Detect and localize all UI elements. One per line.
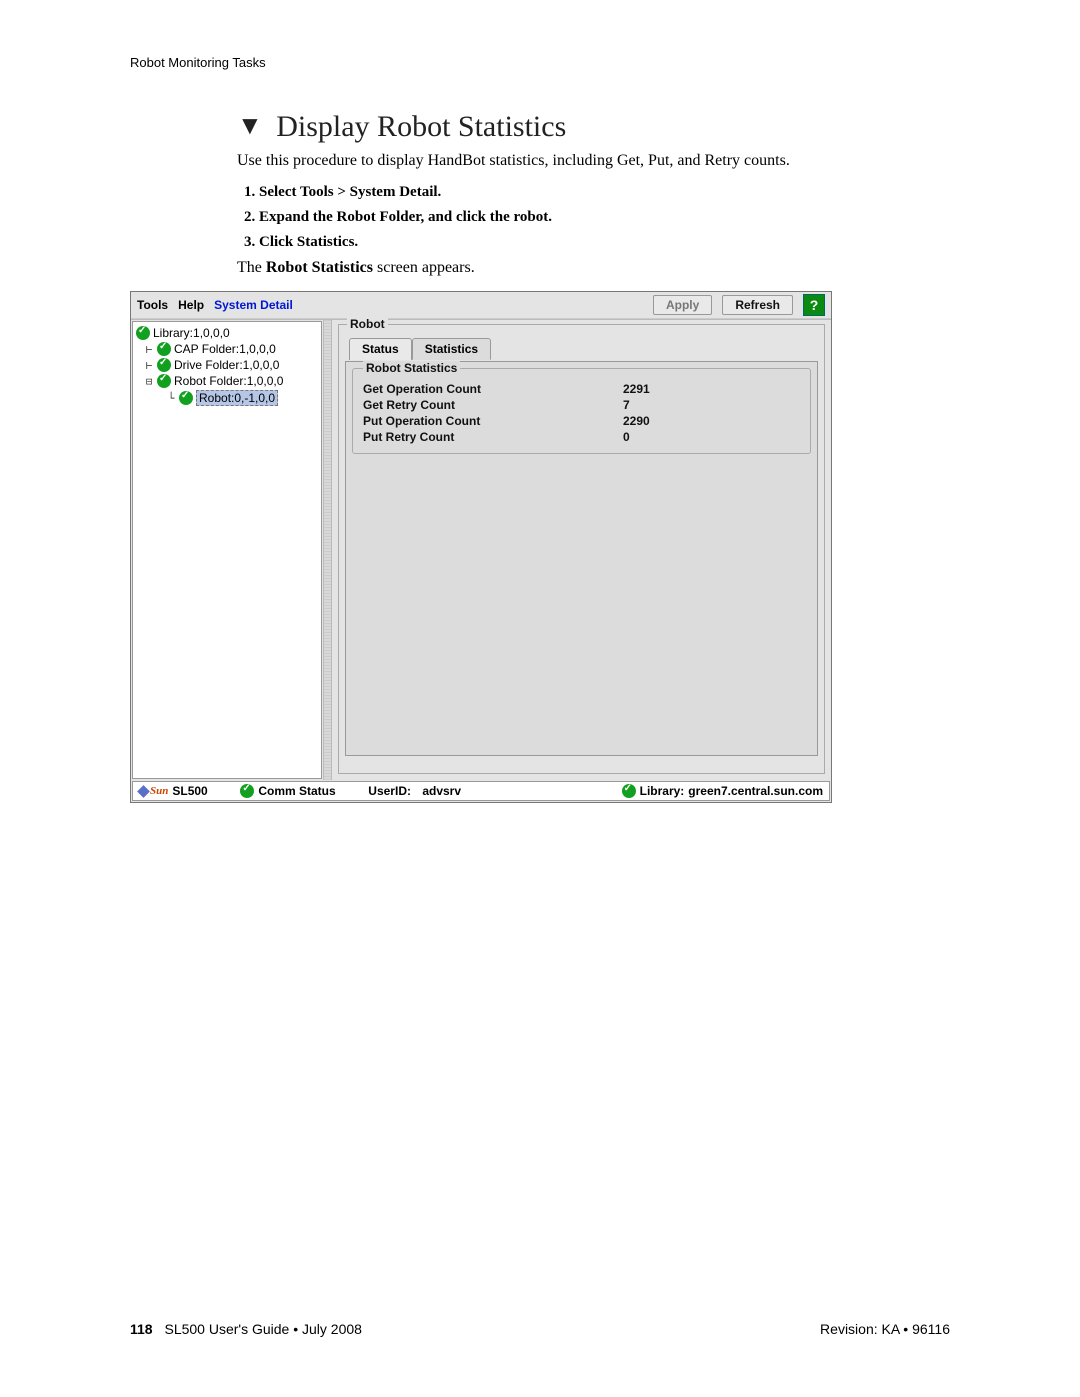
doc-title: SL500 User's Guide • July 2008 bbox=[164, 1321, 361, 1337]
app-window: Tools Help System Detail Apply Refresh ?… bbox=[130, 291, 832, 803]
tree-robot-node[interactable]: └ Robot:0,-1,0,0 bbox=[136, 389, 318, 407]
expand-icon[interactable]: ⊢ bbox=[144, 359, 154, 372]
sun-logo-icon: Sun bbox=[139, 785, 168, 797]
caret-down-icon: ▼ bbox=[237, 111, 263, 141]
fieldset-legend: Robot bbox=[347, 317, 388, 331]
tree-library[interactable]: Library:1,0,0,0 bbox=[136, 325, 318, 341]
tree-selected-label: Robot:0,-1,0,0 bbox=[196, 390, 278, 406]
help-icon[interactable]: ? bbox=[803, 294, 825, 316]
steps-list: Select Tools > System Detail. Expand the… bbox=[237, 184, 950, 251]
stat-row: Get Operation Count 2291 bbox=[363, 381, 800, 397]
section-title-text: Display Robot Statistics bbox=[276, 110, 566, 143]
tab-statistics[interactable]: Statistics bbox=[412, 338, 491, 360]
section-title: ▼ Display Robot Statistics bbox=[237, 110, 950, 144]
step-3: Click Statistics. bbox=[259, 234, 950, 251]
step-1: Select Tools > System Detail. bbox=[259, 184, 950, 201]
apply-button[interactable]: Apply bbox=[653, 295, 712, 315]
stat-row: Put Operation Count 2290 bbox=[363, 413, 800, 429]
stats-group-title: Robot Statistics bbox=[363, 361, 460, 375]
step-2: Expand the Robot Folder, and click the r… bbox=[259, 209, 950, 226]
revision-info: Revision: KA • 96116 bbox=[820, 1321, 950, 1337]
stat-row: Get Retry Count 7 bbox=[363, 397, 800, 413]
check-icon bbox=[136, 326, 150, 340]
statusbar: Sun SL500 Comm Status UserID: advsrv Lib… bbox=[132, 781, 830, 801]
leaf-icon: └ bbox=[166, 392, 176, 405]
status-comm: Comm Status bbox=[258, 784, 335, 798]
status-product: Sun SL500 bbox=[139, 784, 208, 798]
tree-drive-folder[interactable]: ⊢ Drive Folder:1,0,0,0 bbox=[136, 357, 318, 373]
status-library: Library:green7.central.sun.com bbox=[622, 784, 823, 798]
menu-tools[interactable]: Tools bbox=[137, 298, 168, 312]
menubar: Tools Help System Detail Apply Refresh ? bbox=[131, 292, 831, 319]
tab-bar: Status Statistics bbox=[349, 337, 818, 359]
stat-row: Put Retry Count 0 bbox=[363, 429, 800, 445]
refresh-button[interactable]: Refresh bbox=[722, 295, 793, 315]
tree-cap-folder[interactable]: ⊢ CAP Folder:1,0,0,0 bbox=[136, 341, 318, 357]
page-number: 118 bbox=[130, 1321, 153, 1337]
check-icon bbox=[157, 374, 171, 388]
check-icon bbox=[240, 784, 254, 798]
menu-help[interactable]: Help bbox=[178, 298, 204, 312]
tab-status[interactable]: Status bbox=[349, 338, 412, 360]
splitter-handle[interactable] bbox=[323, 320, 332, 780]
tree-robot-folder[interactable]: ⊟ Robot Folder:1,0,0,0 bbox=[136, 373, 318, 389]
page-footer: 118 SL500 User's Guide • July 2008 Revis… bbox=[130, 1321, 950, 1337]
check-icon bbox=[157, 342, 171, 356]
expand-icon[interactable]: ⊢ bbox=[144, 343, 154, 356]
check-icon bbox=[622, 784, 636, 798]
result-paragraph: The Robot Statistics screen appears. bbox=[237, 259, 950, 277]
statistics-panel: Robot Statistics Get Operation Count 229… bbox=[345, 361, 818, 756]
detail-panel: Robot Status Statistics Robot Statistics… bbox=[332, 320, 831, 780]
tree-panel[interactable]: Library:1,0,0,0 ⊢ CAP Folder:1,0,0,0 ⊢ D… bbox=[132, 321, 322, 779]
collapse-icon[interactable]: ⊟ bbox=[144, 375, 154, 388]
check-icon bbox=[179, 391, 193, 405]
status-userid: UserID: advsrv bbox=[368, 784, 461, 798]
menu-system-detail[interactable]: System Detail bbox=[214, 298, 293, 312]
running-header: Robot Monitoring Tasks bbox=[130, 55, 950, 70]
check-icon bbox=[157, 358, 171, 372]
intro-paragraph: Use this procedure to display HandBot st… bbox=[237, 152, 950, 170]
